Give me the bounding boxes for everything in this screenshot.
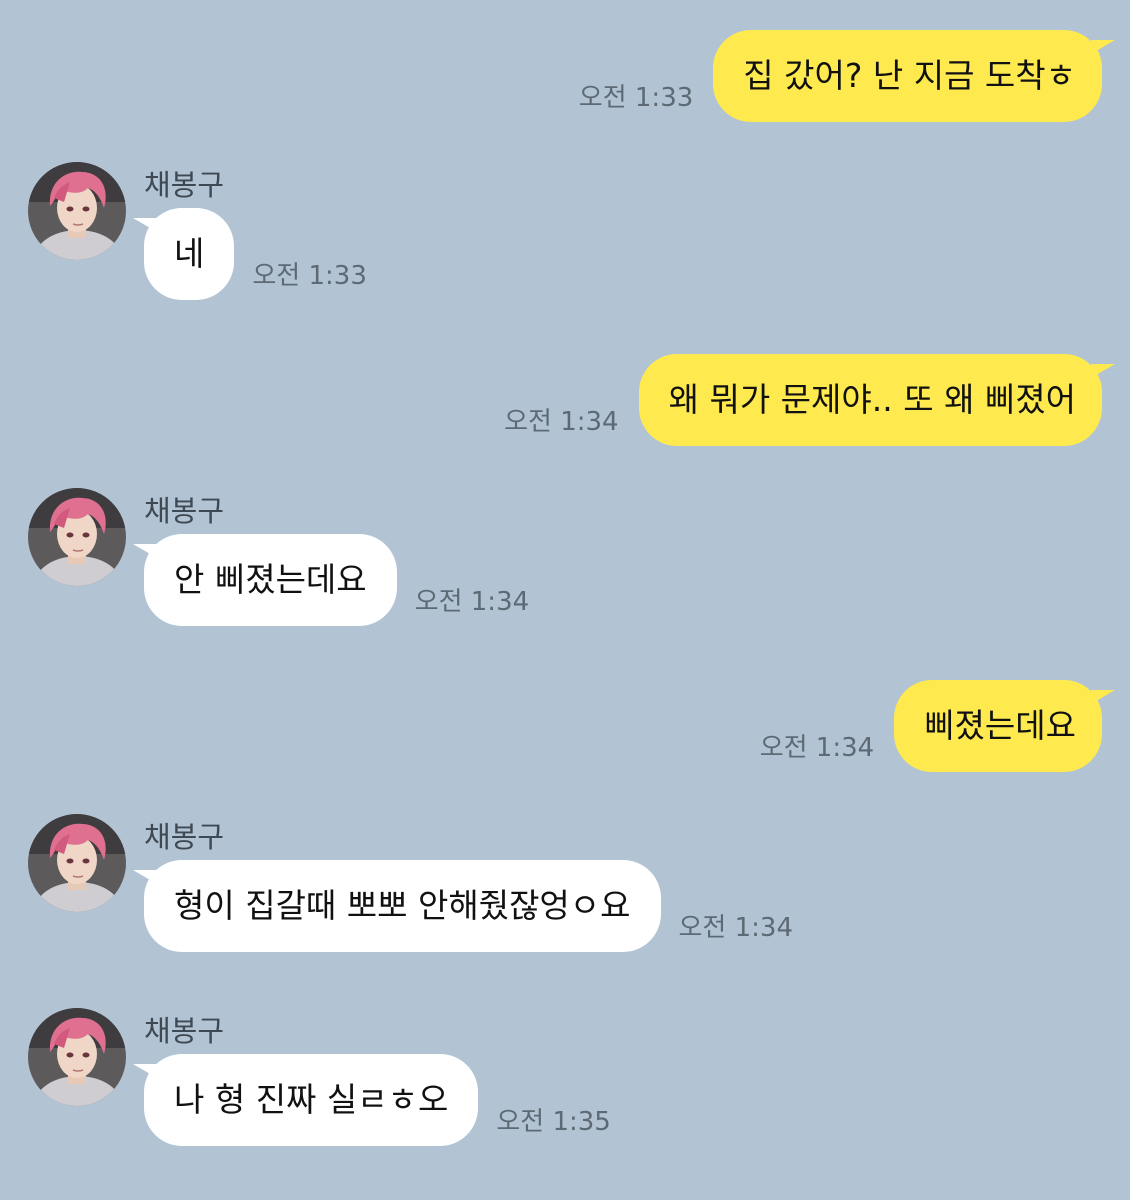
contact-avatar-icon[interactable] [28,1008,126,1106]
incoming-bubble[interactable]: 형이 집갈때 뽀뽀 안해줬잖엉ㅇ요 오전 1:34 [133,860,793,952]
message-text: 네 [174,234,205,273]
contact-avatar-icon[interactable] [28,814,126,912]
message-text: 형이 집갈때 뽀뽀 안해줬잖엉ㅇ요 [174,886,631,925]
sender-name: 채봉구 [144,168,225,202]
outgoing-bubble[interactable]: 집 갔어? 난 지금 도착ㅎ 오전 1:33 [579,30,1115,122]
outgoing-bubble[interactable]: 삐졌는데요 오전 1:34 [760,680,1115,772]
message-timestamp: 오전 1:34 [504,407,619,437]
incoming-bubble[interactable]: 안 삐졌는데요 오전 1:34 [133,534,529,626]
message-timestamp: 오전 1:34 [759,733,875,763]
contact-avatar-icon[interactable] [28,488,126,586]
outgoing-bubble[interactable]: 왜 뭐가 문제야.. 또 왜 삐졌어 오전 1:34 [504,354,1116,446]
incoming-bubble[interactable]: 네 오전 1:33 [132,208,367,300]
message-text: 삐졌는데요 [924,706,1076,745]
outgoing-message: 왜 뭐가 문제야.. 또 왜 삐졌어 오전 1:34 [504,354,1116,446]
message-timestamp: 오전 1:35 [496,1107,611,1137]
sender-name: 채봉구 [144,494,225,528]
message-text: 나 형 진짜 실ㄹㅎ오 [174,1080,449,1119]
message-timestamp: 오전 1:34 [678,913,794,943]
message-timestamp: 오전 1:33 [252,261,367,291]
message-timestamp: 오전 1:33 [578,83,694,113]
message-timestamp: 오전 1:34 [414,587,530,617]
message-text: 안 삐졌는데요 [174,560,367,599]
sender-name: 채봉구 [144,1014,225,1048]
message-text: 집 갔어? 난 지금 도착ㅎ [743,56,1076,95]
incoming-bubble[interactable]: 나 형 진짜 실ㄹㅎ오 오전 1:35 [132,1054,611,1146]
sender-name: 채봉구 [144,820,225,854]
message-text: 왜 뭐가 문제야.. 또 왜 삐졌어 [668,380,1076,419]
chat-message-list[interactable]: 집 갔어? 난 지금 도착ㅎ 오전 1:33 채봉구 네 오전 1:33 왜 뭐… [0,0,1130,1200]
outgoing-message: 삐졌는데요 오전 1:34 [760,680,1115,772]
outgoing-message: 집 갔어? 난 지금 도착ㅎ 오전 1:33 [579,30,1115,122]
contact-avatar-icon[interactable] [28,162,126,260]
